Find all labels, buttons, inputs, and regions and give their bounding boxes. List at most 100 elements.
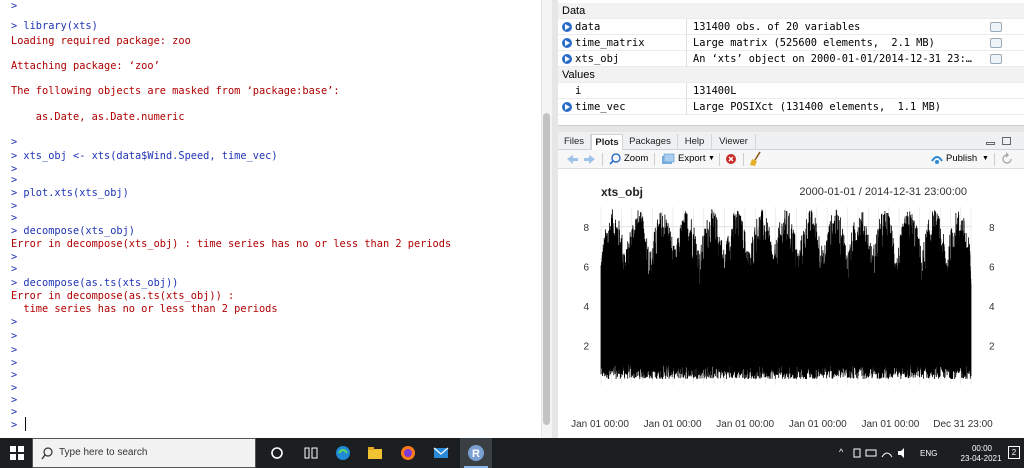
y-tick-label: 8 (583, 223, 589, 234)
maximize-pane-icon[interactable] (1002, 137, 1011, 145)
expand-icon[interactable] (562, 22, 572, 32)
y-tick-label: 6 (989, 262, 995, 273)
console-line: > (11, 136, 18, 148)
y-tick-label: 2 (583, 341, 589, 352)
x-tick-label: Jan 01 00:00 (571, 419, 629, 430)
publish-button[interactable]: Publish (946, 150, 977, 169)
y-tick-label: 8 (989, 223, 995, 234)
export-icon (662, 153, 675, 164)
cortana-icon[interactable] (270, 444, 284, 462)
task-view-icon[interactable] (303, 444, 319, 462)
env-row-time-matrix[interactable]: time_matrix Large matrix (525600 element… (558, 35, 1024, 51)
tab-viewer[interactable]: Viewer (712, 134, 756, 150)
console-line: > (11, 212, 18, 224)
search-icon (41, 447, 53, 460)
console-line: > plot.xts(xts_obj) (11, 187, 129, 199)
mail-icon[interactable] (432, 444, 450, 462)
tab-help[interactable]: Help (678, 134, 712, 150)
grid-view-icon[interactable] (990, 38, 1002, 48)
console-line: > (11, 0, 18, 12)
expand-icon[interactable] (562, 102, 572, 112)
clock-date[interactable]: 23-04-2021 (956, 454, 1006, 463)
back-forward-arrows-icon[interactable] (564, 150, 598, 169)
y-tick-label: 2 (989, 341, 995, 352)
console-line: > (11, 344, 18, 356)
refresh-icon[interactable] (1000, 150, 1014, 169)
notification-icon[interactable]: 2 (1008, 446, 1020, 459)
console-line: > (11, 406, 18, 418)
svg-text:R: R (472, 448, 480, 460)
console-line: Loading required package: zoo (11, 35, 191, 47)
grid-view-icon[interactable] (990, 54, 1002, 64)
console-scroll-thumb[interactable] (543, 113, 550, 425)
console-line: > decompose(xts_obj) (11, 225, 135, 237)
r-app-icon[interactable]: R (467, 444, 485, 462)
env-row-xts-obj[interactable]: xts_obj An ‘xts’ object on 2000-01-01/20… (558, 51, 1024, 67)
console-line: Error in decompose(as.ts(xts_obj)) : (11, 290, 235, 302)
console-line: Attaching package: ‘zoo’ (11, 60, 160, 72)
minimize-pane-icon[interactable] (986, 142, 995, 145)
search-placeholder: Type here to search (59, 447, 148, 458)
files-pane-tabs: Files Plots Packages Help Viewer (558, 132, 1024, 150)
y-tick-label: 4 (583, 302, 589, 313)
grid-view-icon[interactable] (990, 22, 1002, 32)
console-pane[interactable]: > > library(xts) Loading required package:… (0, 0, 541, 438)
chart-subtitle: 2000-01-01 / 2014-12-31 23:00:00 (799, 186, 967, 198)
env-row-i[interactable]: i 131400L (558, 83, 1024, 99)
plot-area: xts_obj 2000-01-01 / 2014-12-31 23:00:00… (558, 169, 1024, 438)
env-data-header: Data (558, 3, 1024, 19)
env-row-time-vec[interactable]: time_vec Large POSIXct (131400 elements,… (558, 99, 1024, 115)
env-row-data[interactable]: data 131400 obs. of 20 variables (558, 19, 1024, 35)
console-line: time series has no or less than 2 period… (11, 303, 278, 315)
console-line: > (11, 174, 18, 186)
zoom-icon[interactable] (608, 150, 622, 169)
console-line: > (11, 263, 18, 275)
chevron-up-icon[interactable]: ^ (839, 447, 843, 457)
windows-taskbar: Type here to search R ^ ENG 00:00 23-04-… (0, 438, 1024, 468)
clock-time[interactable]: 00:00 (962, 444, 1002, 453)
console-line: > (11, 200, 18, 212)
y-tick-label: 4 (989, 302, 995, 313)
tab-plots[interactable]: Plots (591, 134, 623, 150)
tab-packages[interactable]: Packages (623, 134, 678, 150)
taskbar-search-box[interactable]: Type here to search (32, 438, 256, 468)
console-line: > library(xts) (11, 20, 98, 32)
language-indicator[interactable]: ENG (920, 449, 937, 458)
chevron-down-icon[interactable]: ▼ (708, 150, 715, 169)
console-line: as.Date, as.Date.numeric (11, 111, 185, 123)
x-tick-label: Dec 31 23:00 (933, 419, 993, 430)
chevron-down-icon[interactable]: ▼ (982, 150, 989, 169)
export-button[interactable]: Export (678, 150, 705, 169)
expand-icon[interactable] (562, 54, 572, 64)
publish-icon (931, 156, 943, 164)
plots-toolbar: Zoom Export ▼ Publish ▼ (558, 150, 1024, 169)
windows-start-icon[interactable] (9, 444, 25, 462)
series-line (600, 209, 972, 380)
broom-icon[interactable] (748, 150, 764, 169)
console-line: > (11, 357, 18, 369)
x-tick-label: Jan 01 00:00 (644, 419, 702, 430)
remove-plot-icon[interactable] (724, 150, 738, 169)
tray-icons[interactable] (852, 447, 912, 459)
tab-files[interactable]: Files (558, 134, 591, 150)
console-line: > xts_obj <- xts(data$Wind.Speed, time_v… (11, 150, 278, 162)
console-line: > decompose(as.ts(xts_obj)) (11, 277, 179, 289)
x-tick-label: Jan 01 00:00 (789, 419, 847, 430)
console-line: > (11, 251, 18, 263)
env-values-header: Values (558, 67, 1024, 83)
chart-title: xts_obj (601, 185, 643, 199)
console-line: > (11, 382, 18, 394)
console-line: > (11, 369, 18, 381)
firefox-icon[interactable] (399, 444, 417, 462)
y-tick-label: 6 (583, 262, 589, 273)
file-explorer-icon[interactable] (366, 444, 384, 462)
console-caret (25, 417, 26, 431)
edge-icon[interactable] (334, 444, 352, 462)
system-tray: ^ ENG 00:00 23-04-2021 2 (834, 438, 1024, 468)
expand-icon[interactable] (562, 38, 572, 48)
x-tick-label: Jan 01 00:00 (861, 419, 919, 430)
rstudio-window: > > library(xts) Loading required package:… (0, 0, 1024, 468)
console-line: > (11, 394, 18, 406)
zoom-button[interactable]: Zoom (624, 150, 648, 169)
console-line: > (11, 316, 18, 328)
